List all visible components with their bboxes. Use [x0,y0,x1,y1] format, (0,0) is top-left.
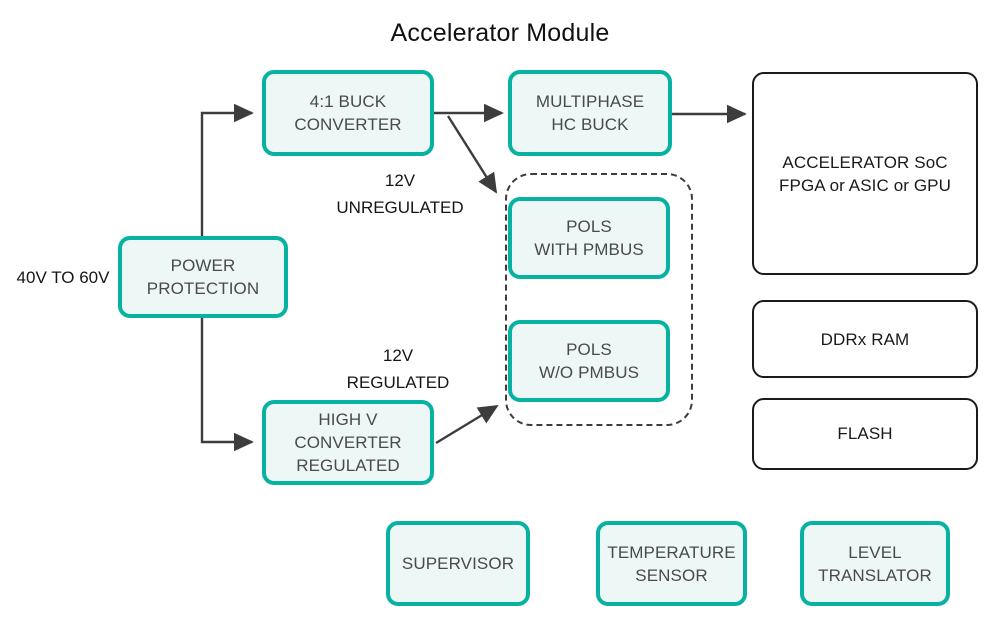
block-multiphase-hc-buck[interactable]: MULTIPHASE HC BUCK [508,70,672,156]
block-high-v-converter[interactable]: HIGH V CONVERTER REGULATED [262,400,434,485]
input-voltage-label: 40V TO 60V [8,264,118,291]
block-multiphase-hc-buck-line-1: MULTIPHASE [535,92,645,111]
block-pols-wo-pmbus-line-1: POLS [566,340,612,359]
block-accelerator-soc-line-2: FPGA or ASIC or GPU [779,175,951,195]
block-high-v-converter-line-3: REGULATED [296,456,400,475]
block-temperature-sensor-line-2: SENSOR [635,565,708,585]
block-level-translator-line-1: LEVEL [848,542,902,562]
block-power-protection-line-1: POWER [170,256,236,275]
block-accelerator-soc[interactable]: ACCELERATOR SoC FPGA or ASIC or GPU [752,72,978,275]
block-buck-converter[interactable]: 4:1 BUCK CONVERTER [262,70,434,156]
input-voltage-text: 40V TO 60V [16,268,110,287]
rail-label-regulated-line-1: 12V [382,346,414,365]
block-pols-with-pmbus[interactable]: POLS WITH PMBUS [508,197,670,279]
block-high-v-converter-line-2: CONVERTER [294,433,402,452]
block-ddrx-ram[interactable]: DDRx RAM [752,300,978,378]
wire-power-to-highv [200,318,254,452]
block-power-protection-line-2: PROTECTION [146,279,260,298]
block-temperature-sensor-line-1: TEMPERATURE [607,542,736,562]
block-high-v-converter-line-1: HIGH V [318,410,378,429]
block-power-protection[interactable]: POWER PROTECTION [118,236,288,318]
rail-label-regulated: 12V REGULATED [308,342,488,396]
block-level-translator-line-2: TRANSLATOR [818,565,932,585]
block-supervisor-line-1: SUPERVISOR [401,554,515,573]
rail-label-unregulated: 12V UNREGULATED [310,167,490,221]
block-temperature-sensor[interactable]: TEMPERATURE SENSOR [596,521,747,606]
block-accelerator-soc-line-1: ACCELERATOR SoC [782,152,948,172]
block-buck-converter-line-1: 4:1 BUCK [309,92,387,111]
diagram-canvas: Accelerator Module 40V TO 60V POWER PROT… [0,0,1000,638]
block-buck-converter-line-2: CONVERTER [294,115,402,134]
block-pols-wo-pmbus[interactable]: POLS W/O PMBUS [508,320,670,402]
block-ddrx-ram-line-1: DDRx RAM [820,329,910,349]
wire-power-to-buck [200,103,254,236]
wire-highv-to-polgroup [435,404,499,445]
block-level-translator[interactable]: LEVEL TRANSLATOR [800,521,950,606]
block-flash-line-1: FLASH [837,424,893,443]
rail-label-regulated-line-2: REGULATED [346,373,450,392]
block-supervisor[interactable]: SUPERVISOR [386,521,530,606]
block-pols-with-pmbus-line-2: WITH PMBUS [534,240,644,259]
rail-label-unregulated-line-1: 12V [384,171,416,190]
block-multiphase-hc-buck-line-2: HC BUCK [551,115,629,134]
page-title: Accelerator Module [390,19,610,47]
block-flash[interactable]: FLASH [752,398,978,470]
block-pols-with-pmbus-line-1: POLS [566,217,612,236]
block-pols-wo-pmbus-line-2: W/O PMBUS [538,363,640,382]
rail-label-unregulated-line-2: UNREGULATED [336,198,464,217]
